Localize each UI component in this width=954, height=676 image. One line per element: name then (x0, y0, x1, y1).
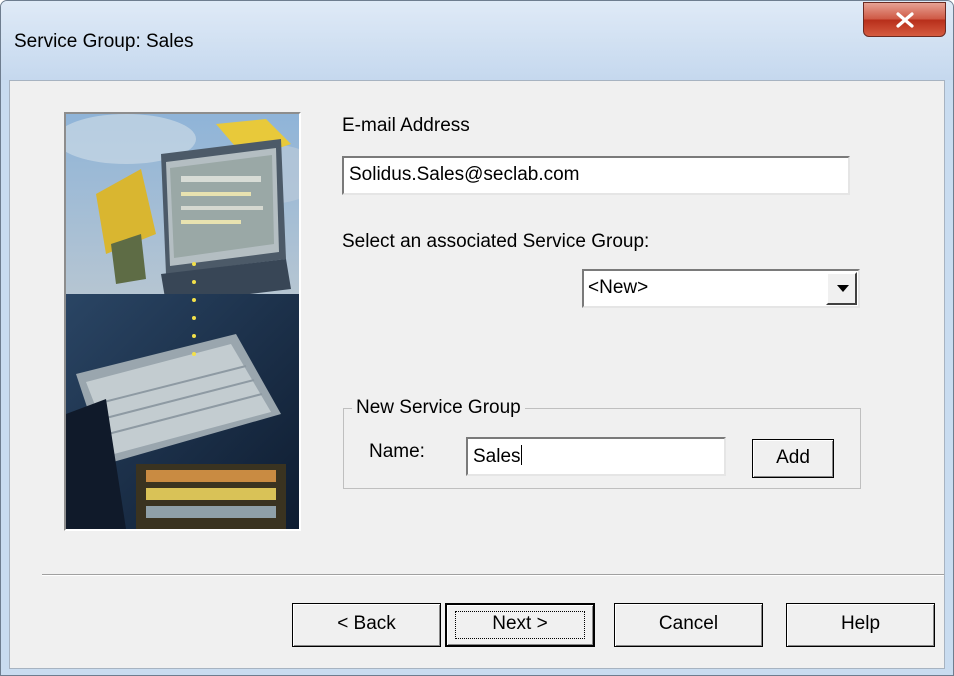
name-label: Name: (369, 441, 425, 462)
add-button[interactable]: Add (752, 439, 834, 478)
title-bar[interactable]: Service Group: Sales (1, 1, 953, 80)
help-button[interactable]: Help (786, 603, 935, 647)
separator (42, 574, 944, 576)
chevron-down-icon (837, 285, 849, 292)
name-field[interactable]: Sales (466, 437, 726, 476)
add-button-label: Add (776, 447, 810, 468)
cancel-button-label: Cancel (658, 613, 719, 634)
next-button[interactable]: Next > (445, 603, 595, 647)
focus-rectangle (455, 611, 585, 639)
wizard-illustration (56, 112, 326, 531)
close-button[interactable] (863, 2, 946, 37)
text-caret (520, 445, 522, 465)
dialog-window: Service Group: Sales E-mail Address Soli… (0, 0, 954, 676)
new-service-group-title: New Service Group (352, 397, 525, 419)
help-button-label: Help (840, 613, 881, 634)
back-button-label: < Back (337, 613, 396, 634)
service-group-select[interactable]: <New> (582, 269, 860, 308)
name-field-value: Sales (473, 446, 521, 467)
back-button[interactable]: < Back (292, 603, 441, 647)
email-label: E-mail Address (342, 115, 470, 136)
service-group-selected: <New> (588, 277, 649, 298)
cancel-button[interactable]: Cancel (614, 603, 763, 647)
service-group-label: Select an associated Service Group: (342, 231, 650, 252)
close-icon (896, 12, 914, 28)
email-field[interactable]: Solidus.Sales@seclab.com (342, 156, 850, 195)
dropdown-button[interactable] (826, 272, 857, 305)
window-title: Service Group: Sales (14, 31, 194, 52)
dialog-body: E-mail Address Solidus.Sales@seclab.com … (9, 80, 945, 669)
